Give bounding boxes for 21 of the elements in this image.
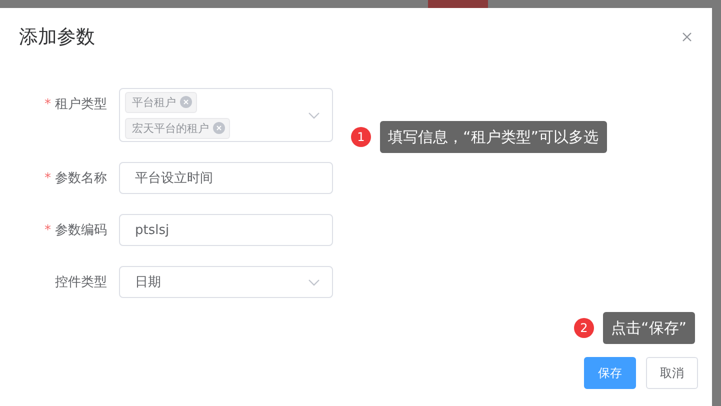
input-field[interactable]: 平台设立时间 — [119, 162, 333, 194]
tooltip: 点击“保存” — [603, 312, 695, 344]
step-badge: 2 — [574, 318, 594, 338]
field-label: 控件类型 — [55, 274, 107, 291]
chevron-down-icon — [308, 278, 320, 286]
select-field[interactable]: 日期 — [119, 266, 333, 298]
tooltip: 填写信息，“租户类型”可以多选 — [380, 121, 607, 153]
remove-icon[interactable] — [180, 96, 192, 108]
input-field[interactable]: ptslsj — [119, 214, 333, 246]
step-badge: 1 — [351, 127, 371, 147]
dialog-title: 添加参数 — [19, 25, 95, 50]
required-asterisk: * — [44, 222, 51, 238]
field-label: 参数名称 — [55, 170, 107, 187]
field-label: 参数编码 — [55, 222, 107, 239]
field-label: 租户类型 — [55, 96, 107, 113]
required-asterisk: * — [44, 170, 51, 186]
required-asterisk: * — [44, 96, 51, 112]
remove-icon[interactable] — [213, 122, 225, 134]
chevron-down-icon — [308, 112, 320, 118]
close-icon[interactable] — [682, 32, 692, 42]
cancel-button[interactable]: 取消 — [646, 357, 698, 389]
